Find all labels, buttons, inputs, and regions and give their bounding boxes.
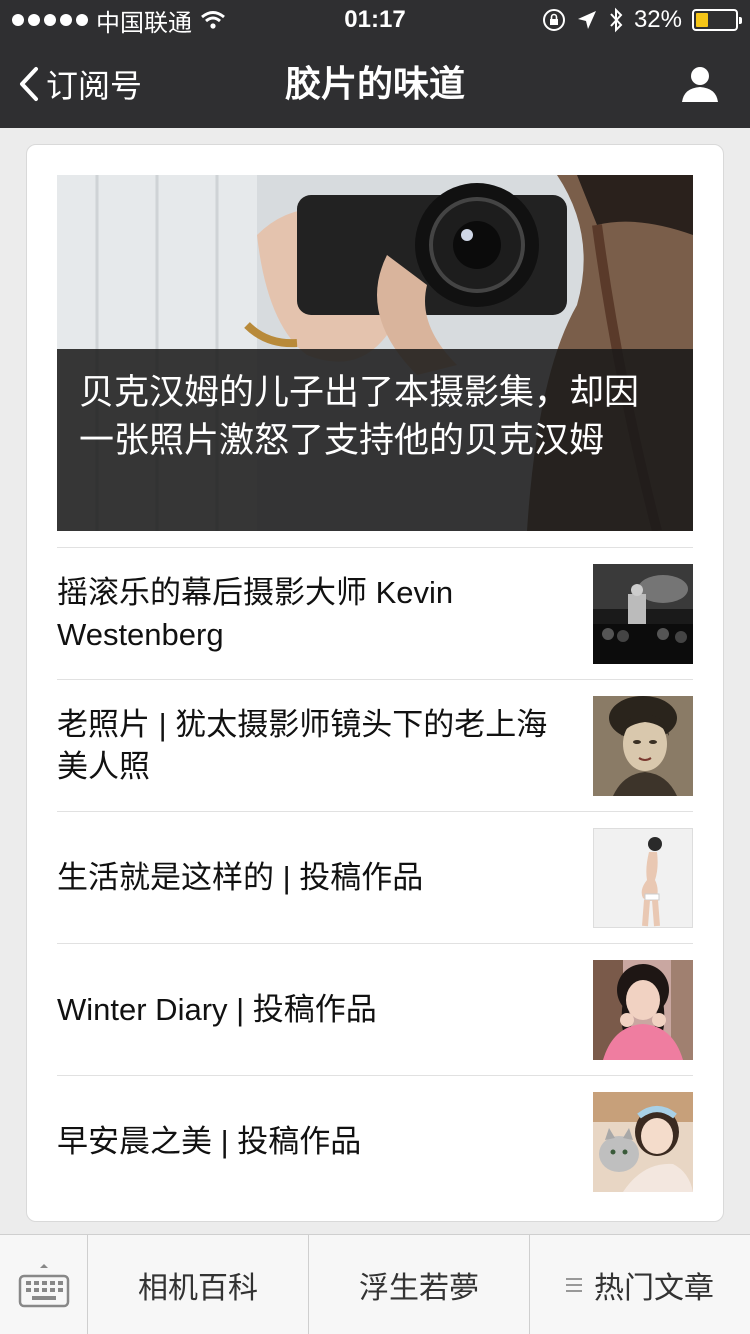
list-item[interactable]: 早安晨之美 | 投稿作品 (57, 1075, 693, 1207)
list-item[interactable]: Winter Diary | 投稿作品 (57, 943, 693, 1075)
status-right: 32% (542, 6, 742, 34)
article-title: 早安晨之美 | 投稿作品 (57, 1123, 362, 1159)
back-label: 订阅号 (46, 68, 143, 104)
article-card: 贝克汉姆的儿子出了本摄影集，却因一张照片激怒了支持他的贝克汉姆 摇滚乐的幕后摄影… (26, 144, 724, 1222)
carrier-label: 中国联通 (96, 9, 192, 37)
status-bar: 中国联通 01:17 32% (0, 0, 750, 40)
list-item[interactable]: 生活就是这样的 | 投稿作品 (57, 811, 693, 943)
keyboard-icon (18, 1264, 69, 1308)
article-title: 生活就是这样的 | 投稿作品 (57, 859, 424, 895)
keyboard-toggle-button[interactable] (0, 1235, 88, 1334)
menu-item-label: 浮生若夢 (359, 1272, 479, 1305)
bluetooth-icon (610, 7, 623, 33)
hero-title: 贝克汉姆的儿子出了本摄影集，却因一张照片激怒了支持他的贝克汉姆 (57, 349, 693, 531)
battery-fill (696, 13, 709, 27)
wifi-icon (201, 11, 225, 29)
status-left: 中国联通 (12, 3, 226, 38)
article-list: 摇滚乐的幕后摄影大师 Kevin Westenberg 老照片 | 犹太摄影师镜… (57, 547, 693, 1207)
rotation-lock-icon (542, 9, 565, 31)
menu-camera-encyclopedia[interactable]: 相机百科 (88, 1235, 309, 1334)
menu-floating-life[interactable]: 浮生若夢 (309, 1235, 530, 1334)
menu-hot-articles[interactable]: 热门文章 (530, 1235, 750, 1334)
girl-with-cat-photo-thumbnail (593, 1091, 693, 1192)
nav-bar: 订阅号 胶片的味道 (0, 40, 750, 128)
article-title: 老照片 | 犹太摄影师镜头下的老上海美人照 (57, 706, 548, 784)
girl-pink-sweater-photo-thumbnail (593, 959, 693, 1060)
vintage-portrait-photo-thumbnail (593, 695, 693, 796)
menu-lines-icon (566, 1278, 582, 1292)
signal-dots-icon (12, 14, 88, 26)
concert-photo-thumbnail (593, 563, 693, 664)
bottom-menu: 相机百科 浮生若夢 热门文章 (0, 1234, 750, 1334)
battery-icon (692, 9, 742, 31)
battery-percent: 32% (633, 6, 682, 33)
chevron-left-icon (20, 67, 38, 101)
list-item[interactable]: 老照片 | 犹太摄影师镜头下的老上海美人照 (57, 679, 693, 811)
menu-item-label: 相机百科 (138, 1272, 258, 1305)
user-icon[interactable] (680, 64, 720, 104)
article-title: Winter Diary | 投稿作品 (57, 991, 377, 1027)
menu-item-label: 热门文章 (594, 1272, 714, 1305)
location-icon (577, 11, 596, 29)
pregnant-woman-photo-thumbnail (593, 827, 693, 928)
article-title: 摇滚乐的幕后摄影大师 Kevin Westenberg (57, 574, 454, 652)
list-item[interactable]: 摇滚乐的幕后摄影大师 Kevin Westenberg (57, 547, 693, 679)
hero-article[interactable]: 贝克汉姆的儿子出了本摄影集，却因一张照片激怒了支持他的贝克汉姆 (57, 175, 693, 531)
back-button[interactable]: 订阅号 (18, 40, 142, 128)
